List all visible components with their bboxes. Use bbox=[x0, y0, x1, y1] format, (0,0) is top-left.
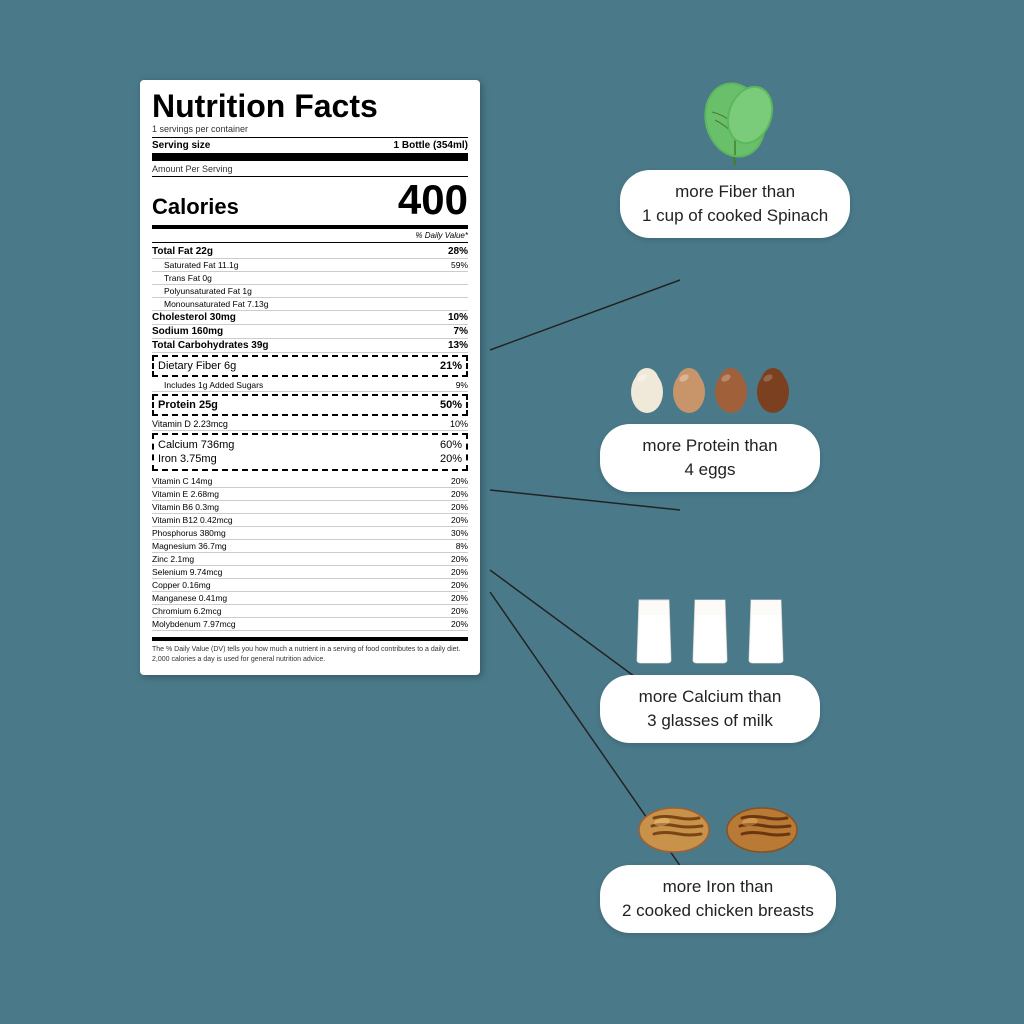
egg-3 bbox=[712, 360, 750, 414]
protein-label: Protein 25g bbox=[158, 399, 218, 411]
fiber-comparison: more Fiber than1 cup of cooked Spinach bbox=[620, 80, 850, 238]
vitamin-b12: Vitamin B12 0.42mcg20% bbox=[152, 514, 468, 527]
milk-glass-3 bbox=[741, 590, 791, 665]
highlighted-calcium: Calcium 736mg 60% bbox=[158, 438, 462, 452]
dietary-fiber-label: Dietary Fiber 6g bbox=[158, 360, 236, 372]
highlighted-iron: Iron 3.75mg 20% bbox=[158, 452, 462, 466]
highlighted-protein: Protein 25g 50% bbox=[152, 394, 468, 416]
chicken-piece-1 bbox=[634, 800, 714, 855]
calcium-comparison: more Calcium than3 glasses of milk bbox=[600, 590, 820, 743]
iron-label: Iron 3.75mg bbox=[158, 453, 217, 465]
milk-glass-2 bbox=[685, 590, 735, 665]
fiber-bubble: more Fiber than1 cup of cooked Spinach bbox=[620, 170, 850, 238]
nutrient-trans-fat: Trans Fat 0g bbox=[152, 272, 468, 285]
fiber-bubble-text: more Fiber than1 cup of cooked Spinach bbox=[642, 182, 828, 225]
highlighted-dietary-fiber: Dietary Fiber 6g 21% bbox=[152, 355, 468, 377]
nutrient-sat-fat: Saturated Fat 11.1g 59% bbox=[152, 259, 468, 272]
vitamin-b6: Vitamin B6 0.3mg20% bbox=[152, 501, 468, 514]
serving-size-label: Serving size bbox=[152, 140, 210, 151]
nutrient-added-sugars: Includes 1g Added Sugars 9% bbox=[152, 379, 468, 392]
molybdenum: Molybdenum 7.97mcg20% bbox=[152, 618, 468, 631]
calories-row: Calories 400 bbox=[152, 179, 468, 229]
chicken-icon bbox=[634, 800, 802, 855]
chromium: Chromium 6.2mcg20% bbox=[152, 605, 468, 618]
nutrient-poly-fat: Polyunsaturated Fat 1g bbox=[152, 285, 468, 298]
nutrient-total-fat: Total Fat 22g 28% bbox=[152, 245, 468, 259]
copper: Copper 0.16mg20% bbox=[152, 579, 468, 592]
magnesium: Magnesium 36.7mg8% bbox=[152, 540, 468, 553]
protein-bubble: more Protein than4 eggs bbox=[600, 424, 820, 492]
minor-nutrients: Vitamin C 14mg20% Vitamin E 2.68mg20% Vi… bbox=[152, 475, 468, 631]
nutrient-sodium: Sodium 160mg 7% bbox=[152, 325, 468, 339]
calcium-label: Calcium 736mg bbox=[158, 439, 234, 451]
disclaimer: The % Daily Value (DV) tells you how muc… bbox=[152, 637, 468, 665]
iron-pct: 20% bbox=[440, 453, 462, 465]
calories-value: 400 bbox=[398, 179, 468, 221]
iron-bubble: more Iron than2 cooked chicken breasts bbox=[600, 865, 836, 933]
milk-glass-1 bbox=[629, 590, 679, 665]
calcium-pct: 60% bbox=[440, 439, 462, 451]
vitamin-c: Vitamin C 14mg20% bbox=[152, 475, 468, 488]
protein-bubble-text: more Protein than4 eggs bbox=[642, 436, 777, 479]
nutrient-mono-fat: Monounsaturated Fat 7.13g bbox=[152, 298, 468, 311]
nutrient-cholesterol: Cholesterol 30mg 10% bbox=[152, 311, 468, 325]
phosphorus: Phosphorus 380mg30% bbox=[152, 527, 468, 540]
spinach-icon bbox=[690, 80, 780, 170]
serving-size-row: Serving size 1 Bottle (354ml) bbox=[152, 137, 468, 161]
egg-1 bbox=[628, 360, 666, 414]
calories-label: Calories bbox=[152, 194, 239, 220]
dietary-fiber-pct: 21% bbox=[440, 360, 462, 372]
serving-size-value: 1 Bottle (354ml) bbox=[394, 140, 468, 151]
iron-bubble-text: more Iron than2 cooked chicken breasts bbox=[622, 877, 814, 920]
egg-4 bbox=[754, 360, 792, 414]
protein-comparison: more Protein than4 eggs bbox=[600, 360, 820, 492]
manganese: Manganese 0.41mg20% bbox=[152, 592, 468, 605]
vitamin-e: Vitamin E 2.68mg20% bbox=[152, 488, 468, 501]
iron-comparison: more Iron than2 cooked chicken breasts bbox=[600, 800, 836, 933]
selenium: Selenium 9.74mcg20% bbox=[152, 566, 468, 579]
nutrition-panel: Nutrition Facts 1 servings per container… bbox=[140, 80, 480, 675]
zinc: Zinc 2.1mg20% bbox=[152, 553, 468, 566]
milk-icon bbox=[629, 590, 791, 665]
nutrient-total-carbs: Total Carbohydrates 39g 13% bbox=[152, 339, 468, 353]
servings-per-container: 1 servings per container bbox=[152, 124, 468, 134]
eggs-icon bbox=[628, 360, 792, 414]
daily-value-header: % Daily Value* bbox=[152, 231, 468, 243]
nutrition-title: Nutrition Facts bbox=[152, 90, 468, 122]
calcium-bubble-text: more Calcium than3 glasses of milk bbox=[639, 687, 782, 730]
egg-2 bbox=[670, 360, 708, 414]
protein-pct: 50% bbox=[440, 399, 462, 411]
main-container: Nutrition Facts 1 servings per container… bbox=[0, 0, 1024, 1024]
nutrient-vitamin-d: Vitamin D 2.23mcg 10% bbox=[152, 418, 468, 431]
chicken-piece-2 bbox=[722, 800, 802, 855]
calcium-bubble: more Calcium than3 glasses of milk bbox=[600, 675, 820, 743]
